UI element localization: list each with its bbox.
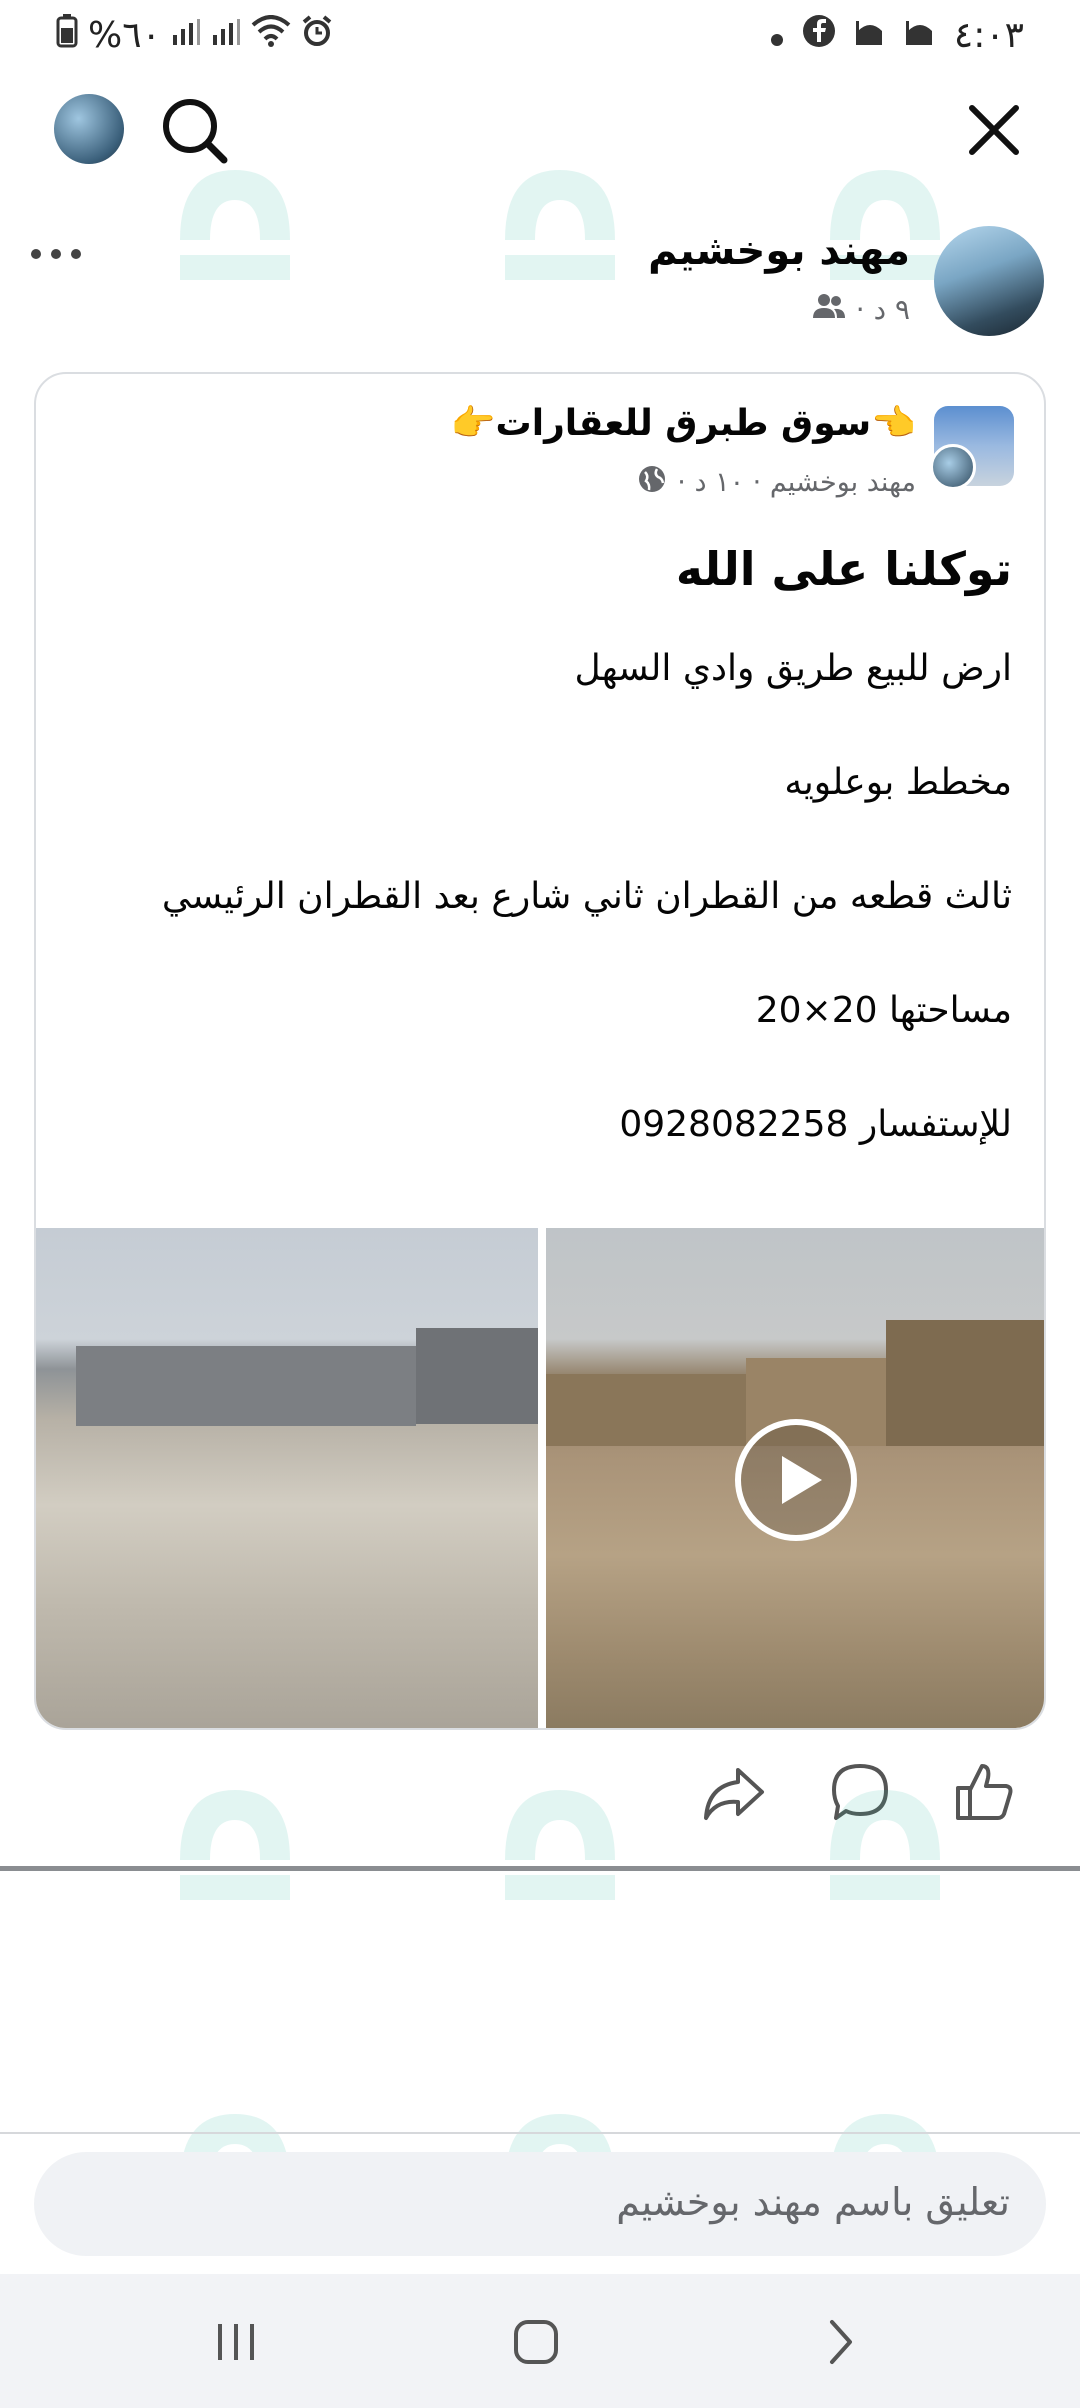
land-video-thumbnail[interactable]	[546, 1228, 1044, 1728]
building-wall	[546, 1374, 746, 1446]
wifi-icon	[251, 15, 291, 56]
facebook-icon	[802, 14, 836, 57]
globe-icon	[637, 464, 667, 501]
recent-apps-icon[interactable]	[206, 2312, 266, 2372]
shared-post-meta: مهند بوخشيم · ١٠ د ·	[637, 464, 916, 501]
post-line: ارض للبيع طريق وادي السهل	[574, 648, 1012, 689]
building-wall	[76, 1346, 416, 1426]
battery-percent: %٦٠	[88, 15, 161, 56]
building-wall	[416, 1328, 538, 1424]
mosque-icon-2	[904, 15, 936, 56]
post-line: ثالث قطعه من القطران ثاني شارع بعد القطر…	[161, 876, 1012, 917]
comment-input[interactable]: تعليق باسم مهند بوخشيم	[34, 2152, 1046, 2256]
profile-avatar[interactable]	[54, 94, 124, 164]
system-nav-bar	[0, 2274, 1080, 2408]
post-line: للإستفسار 0928082258	[619, 1104, 1012, 1145]
group-avatar[interactable]	[930, 406, 1014, 490]
poster-mini-avatar	[930, 444, 976, 490]
media-grid	[36, 1228, 1044, 1728]
close-icon[interactable]	[958, 94, 1030, 166]
friends-icon	[812, 292, 846, 327]
author-avatar[interactable]	[934, 226, 1044, 336]
divider	[0, 1866, 1080, 1871]
status-time: ٤:٠٣	[953, 15, 1024, 56]
action-bar	[0, 1754, 1080, 1830]
author-name[interactable]: مهند بوخشيم	[648, 228, 910, 274]
dot-icon	[770, 15, 784, 56]
status-right: ٤:٠٣	[770, 14, 1024, 57]
shared-post-meta-text: مهند بوخشيم · ١٠ د ·	[677, 467, 916, 498]
post-body: توكلنا على الله ارض للبيع طريق وادي السه…	[62, 542, 1012, 1218]
signal-icon-2	[211, 15, 241, 56]
mosque-icon	[854, 15, 886, 56]
home-icon[interactable]	[506, 2312, 566, 2372]
more-options-icon[interactable]	[26, 234, 86, 274]
post-header: مهند بوخشيم ٩ د ·	[0, 220, 1080, 350]
top-bar	[0, 80, 1080, 180]
post-line: مساحتها 20×20	[755, 990, 1012, 1031]
post-title: توكلنا على الله	[675, 542, 1012, 596]
shared-post-card[interactable]: 👈سوق طبرق للعقارات👉 مهند بوخشيم · ١٠ د ·…	[34, 372, 1046, 1730]
post-line: مخطط بوعلويه	[784, 762, 1012, 803]
comment-icon[interactable]	[828, 1760, 892, 1824]
play-icon[interactable]	[734, 1418, 858, 1542]
signal-icon	[171, 15, 201, 56]
share-icon[interactable]	[702, 1760, 766, 1824]
status-bar: %٦٠ ٤:٠٣	[0, 0, 1080, 72]
building-wall	[886, 1320, 1044, 1446]
battery-icon	[56, 14, 78, 57]
alarm-icon	[301, 15, 333, 56]
divider	[0, 2132, 1080, 2134]
post-time: ٩ د ·	[855, 293, 910, 326]
like-icon[interactable]	[952, 1760, 1016, 1824]
group-name[interactable]: 👈سوق طبرق للعقارات👉	[451, 402, 916, 444]
search-icon[interactable]	[158, 94, 230, 166]
comment-placeholder: تعليق باسم مهند بوخشيم	[616, 2180, 1010, 2224]
author-meta: ٩ د ·	[812, 292, 910, 327]
back-icon[interactable]	[810, 2312, 870, 2372]
land-photo[interactable]	[36, 1228, 538, 1728]
status-left: %٦٠	[56, 14, 333, 57]
